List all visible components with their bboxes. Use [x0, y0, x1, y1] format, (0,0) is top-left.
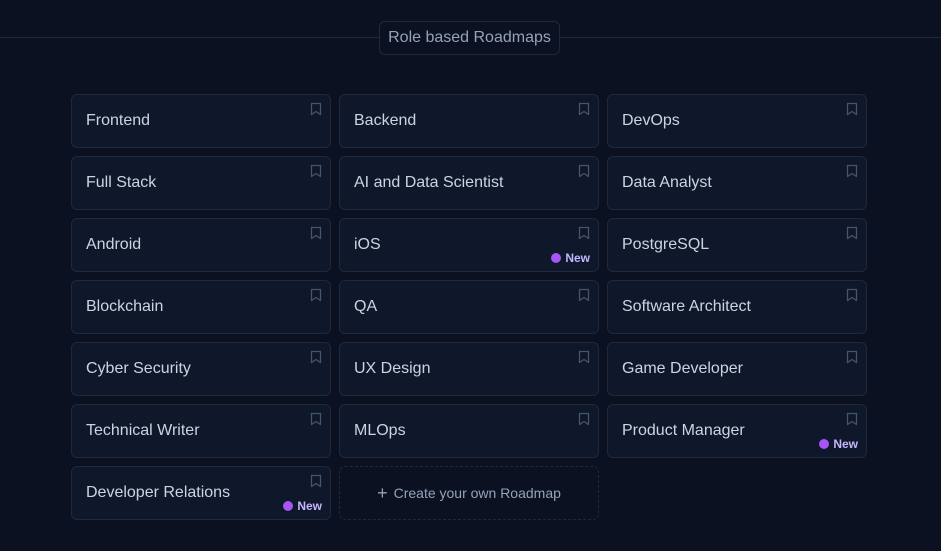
roadmap-card-label: QA	[354, 298, 378, 315]
roadmap-card-label: Software Architect	[622, 298, 751, 315]
roadmap-card[interactable]: Product Manager New	[607, 404, 867, 458]
roadmap-card[interactable]: Cyber Security	[71, 342, 331, 396]
roadmap-card[interactable]: MLOps	[339, 404, 599, 458]
bookmark-icon[interactable]	[578, 164, 590, 178]
roadmap-card[interactable]: Software Architect	[607, 280, 867, 334]
bookmark-icon[interactable]	[578, 102, 590, 116]
roadmap-card-label: Data Analyst	[622, 174, 712, 191]
role-roadmaps-page: Role based Roadmaps Frontend Backend DevOp…	[0, 0, 941, 551]
new-badge-label: New	[565, 251, 590, 265]
roadmap-card-label: PostgreSQL	[622, 236, 710, 253]
roadmap-card[interactable]: DevOps	[607, 94, 867, 148]
bookmark-icon[interactable]	[310, 350, 322, 364]
roadmap-card-label: MLOps	[354, 422, 406, 439]
roadmap-card-label: iOS	[354, 236, 381, 253]
new-dot-icon	[819, 439, 830, 449]
new-badge: New	[551, 251, 590, 265]
section-title: Role based Roadmaps	[379, 21, 560, 55]
roadmap-card[interactable]: iOS New	[339, 218, 599, 272]
roadmap-card-label: Android	[86, 236, 142, 253]
bookmark-icon[interactable]	[846, 164, 858, 178]
roadmap-card[interactable]: Blockchain	[71, 280, 331, 334]
bookmark-icon[interactable]	[310, 164, 322, 178]
roadmap-card-label: Backend	[354, 112, 417, 129]
roadmap-card-label: Full Stack	[86, 174, 157, 191]
bookmark-icon[interactable]	[578, 226, 590, 240]
roadmap-card[interactable]: AI and Data Scientist	[339, 156, 599, 210]
new-dot-icon	[283, 501, 294, 511]
roadmap-card[interactable]: Technical Writer	[71, 404, 331, 458]
roadmap-card[interactable]: Frontend	[71, 94, 331, 148]
roadmap-card[interactable]: UX Design	[339, 342, 599, 396]
roadmap-card[interactable]: Developer Relations New	[71, 466, 331, 520]
roadmap-grid: Frontend Backend DevOps Full Stack AI and Da…	[71, 94, 867, 520]
bookmark-icon[interactable]	[578, 412, 590, 426]
plus-icon: +	[377, 483, 388, 503]
bookmark-icon[interactable]	[846, 350, 858, 364]
bookmark-icon[interactable]	[578, 350, 590, 364]
roadmap-card-label: Technical Writer	[86, 422, 200, 439]
roadmap-card[interactable]: Game Developer	[607, 342, 867, 396]
roadmap-card-label: AI and Data Scientist	[354, 174, 504, 191]
roadmap-card-label: Game Developer	[622, 360, 743, 377]
roadmap-card-label: UX Design	[354, 360, 431, 377]
roadmap-card-label: DevOps	[622, 112, 680, 129]
create-roadmap-button[interactable]: + Create your own Roadmap	[339, 466, 599, 520]
bookmark-icon[interactable]	[578, 288, 590, 302]
bookmark-icon[interactable]	[310, 474, 322, 488]
new-badge: New	[819, 437, 858, 451]
roadmap-card-label: Frontend	[86, 112, 151, 129]
bookmark-icon[interactable]	[310, 102, 322, 116]
roadmap-card[interactable]: QA	[339, 280, 599, 334]
roadmap-card[interactable]: Android	[71, 218, 331, 272]
bookmark-icon[interactable]	[846, 102, 858, 116]
bookmark-icon[interactable]	[310, 226, 322, 240]
roadmap-card[interactable]: Full Stack	[71, 156, 331, 210]
new-badge-label: New	[833, 437, 858, 451]
new-badge-label: New	[297, 499, 322, 513]
bookmark-icon[interactable]	[310, 412, 322, 426]
bookmark-icon[interactable]	[846, 288, 858, 302]
roadmap-card-label: Blockchain	[86, 298, 164, 315]
bookmark-icon[interactable]	[846, 226, 858, 240]
roadmap-card-label: Cyber Security	[86, 360, 191, 377]
roadmap-card-label: Developer Relations	[86, 484, 231, 501]
roadmap-card[interactable]: PostgreSQL	[607, 218, 867, 272]
roadmap-card[interactable]: Backend	[339, 94, 599, 148]
bookmark-icon[interactable]	[310, 288, 322, 302]
new-badge: New	[283, 499, 322, 513]
create-roadmap-label: Create your own Roadmap	[393, 485, 561, 501]
roadmap-card-label: Product Manager	[622, 422, 745, 439]
new-dot-icon	[551, 253, 562, 263]
bookmark-icon[interactable]	[846, 412, 858, 426]
roadmap-card[interactable]: Data Analyst	[607, 156, 867, 210]
